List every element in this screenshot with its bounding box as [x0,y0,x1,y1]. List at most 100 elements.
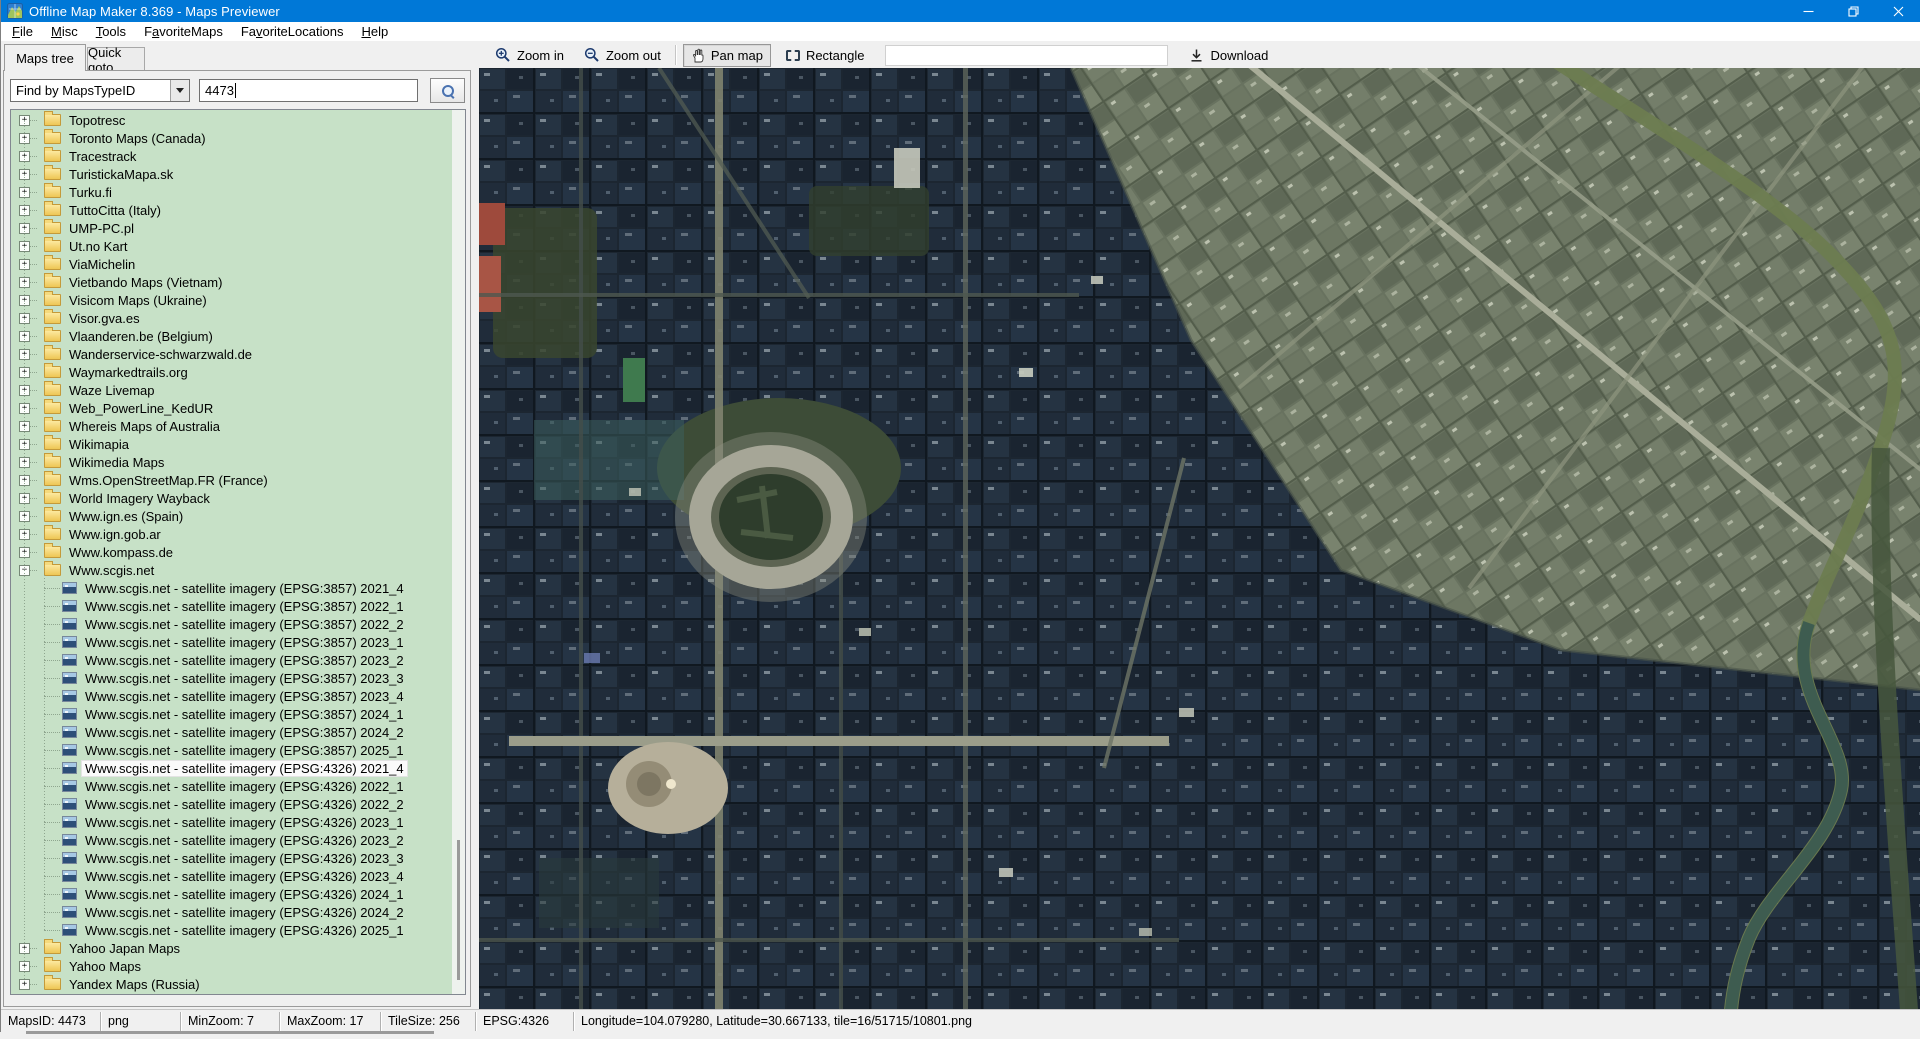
tree-item-folder[interactable]: +Www.ign.gob.ar [11,525,452,543]
tree-item-label: Yahoo Maps [66,959,144,974]
tree-item-folder[interactable]: +Wanderservice-schwarzwald.de [11,345,452,363]
tree-item-folder[interactable]: +World Imagery Wayback [11,489,452,507]
tree-item-folder[interactable]: +Wms.OpenStreetMap.FR (France) [11,471,452,489]
tree-item-map[interactable]: Www.scgis.net - satellite imagery (EPSG:… [11,777,452,795]
tree-item-map[interactable]: Www.scgis.net - satellite imagery (EPSG:… [11,813,452,831]
tree-item-folder[interactable]: +Yahoo Maps [11,957,452,975]
tree-guide-stub [44,660,60,661]
tree-item-folder[interactable]: +Www.kompass.de [11,543,452,561]
folder-icon [44,510,61,522]
tab-maps-tree[interactable]: Maps tree [4,44,86,71]
tree-item-folder[interactable]: +Toronto Maps (Canada) [11,129,452,147]
tree-item-folder[interactable]: −Www.scgis.net [11,561,452,579]
tree-item-map[interactable]: Www.scgis.net - satellite imagery (EPSG:… [11,615,452,633]
pan-map-button[interactable]: Pan map [683,44,771,67]
tree-item-folder[interactable]: +Visor.gva.es [11,309,452,327]
tree-item-map[interactable]: Www.scgis.net - satellite imagery (EPSG:… [11,669,452,687]
menu-item-tools[interactable]: Tools [87,22,135,41]
rectangle-button[interactable]: Rectangle [779,45,872,66]
dropdown-arrow-icon[interactable] [170,80,189,101]
close-button[interactable] [1876,0,1920,22]
window-title: Offline Map Maker 8.369 - Maps Previewer [29,4,280,19]
tree-guide-stub [44,768,60,769]
tree-item-map[interactable]: Www.scgis.net - satellite imagery (EPSG:… [11,849,452,867]
tree-item-map[interactable]: Www.scgis.net - satellite imagery (EPSG:… [11,651,452,669]
tree-guide-stub [30,984,37,985]
tree-guide-stub [30,318,37,319]
title-bar[interactable]: Offline Map Maker 8.369 - Maps Previewer [1,0,1920,22]
tree-item-folder[interactable]: +Vlaanderen.be (Belgium) [11,327,452,345]
menu-bar: FileMiscToolsFavoriteMapsFavoriteLocatio… [1,22,1920,42]
find-mode-dropdown[interactable]: Find by MapsTypeID [10,79,190,102]
tree-item-map[interactable]: Www.scgis.net - satellite imagery (EPSG:… [11,867,452,885]
tree-item-folder[interactable]: +Wikimedia Maps [11,453,452,471]
tree-item-label: Yahoo Japan Maps [66,941,183,956]
tree-item-folder[interactable]: +ViaMichelin [11,255,452,273]
tree-vertical-scrollbar[interactable] [452,110,465,994]
download-icon [1189,48,1204,63]
tree-item-folder[interactable]: +Waymarkedtrails.org [11,363,452,381]
tree-hscroll-thumb[interactable] [26,1031,434,1034]
restore-button[interactable] [1831,0,1876,22]
tree-item-folder[interactable]: +Whereis Maps of Australia [11,417,452,435]
tree-item-folder[interactable]: +UMP-PC.pl [11,219,452,237]
tree-item-folder[interactable]: +Web_PowerLine_KedUR [11,399,452,417]
zoom-out-button[interactable]: Zoom out [577,44,668,66]
tree-item-folder[interactable]: +Tracestrack [11,147,452,165]
folder-icon [44,978,61,990]
tree-item-map[interactable]: Www.scgis.net - satellite imagery (EPSG:… [11,579,452,597]
tree-vscroll-thumb[interactable] [457,840,460,980]
folder-icon [44,312,61,324]
map-layer-icon [62,780,77,792]
tree-horizontal-scrollbar[interactable] [12,1027,464,1039]
tree-item-map[interactable]: Www.scgis.net - satellite imagery (EPSG:… [11,723,452,741]
tree-item-map[interactable]: Www.scgis.net - satellite imagery (EPSG:… [11,885,452,903]
tree-item-folder[interactable]: +TuttoCitta (Italy) [11,201,452,219]
tree-item-map[interactable]: Www.scgis.net - satellite imagery (EPSG:… [11,597,452,615]
tree-item-map[interactable]: Www.scgis.net - satellite imagery (EPSG:… [11,921,452,939]
menu-item-favoritemaps[interactable]: FavoriteMaps [135,22,232,41]
tree-item-folder[interactable]: +TuristickaMapa.sk [11,165,452,183]
tree-item-map[interactable]: Www.scgis.net - satellite imagery (EPSG:… [11,903,452,921]
download-button[interactable]: Download [1182,45,1275,66]
minimize-button[interactable] [1786,0,1831,22]
tree-item-map[interactable]: Www.scgis.net - satellite imagery (EPSG:… [11,687,452,705]
tree-item-label: Ut.no Kart [66,239,131,254]
menu-item-help[interactable]: Help [352,22,397,41]
maps-type-id-input[interactable]: 4473 [199,79,418,102]
satellite-imagery [479,68,1920,1010]
tree-item-map[interactable]: Www.scgis.net - satellite imagery (EPSG:… [11,705,452,723]
tree-item-folder[interactable]: +Ut.no Kart [11,237,452,255]
tree-guide-stub [30,210,37,211]
map-viewport[interactable] [479,68,1920,1010]
tree-item-label: Yandex Maps (Russia) [66,977,203,992]
tree-item-label: Www.scgis.net - satellite imagery (EPSG:… [82,707,407,722]
tree-item-folder[interactable]: +Waze Livemap [11,381,452,399]
tree-guide-stub [44,786,60,787]
tree-guide-stub [30,246,37,247]
tree-item-folder[interactable]: +Topotresc [11,111,452,129]
tree-item-map[interactable]: Www.scgis.net - satellite imagery (EPSG:… [11,633,452,651]
tree-item-folder[interactable]: +Www.ign.es (Spain) [11,507,452,525]
zoom-in-button[interactable]: Zoom in [488,44,571,66]
map-toolbar: Zoom in Zoom out Pan map Rectangle [479,42,1920,68]
tree-item-map[interactable]: Www.scgis.net - satellite imagery (EPSG:… [11,831,452,849]
tree-item-folder[interactable]: +Yandex Maps (Russia) [11,975,452,993]
tree-item-folder[interactable]: +Visicom Maps (Ukraine) [11,291,452,309]
folder-icon [44,960,61,972]
tree-item-map[interactable]: Www.scgis.net - satellite imagery (EPSG:… [11,759,452,777]
tab-quick-goto[interactable]: Quick goto [87,47,145,71]
folder-icon [44,366,61,378]
tree-item-folder[interactable]: +Turku.fi [11,183,452,201]
tree-item-label: Www.scgis.net - satellite imagery (EPSG:… [82,653,407,668]
tree-item-folder[interactable]: +Vietbando Maps (Vietnam) [11,273,452,291]
search-button[interactable] [430,78,465,103]
tree-item-map[interactable]: Www.scgis.net - satellite imagery (EPSG:… [11,795,452,813]
tree-item-folder[interactable]: +Yahoo Japan Maps [11,939,452,957]
tree-item-map[interactable]: Www.scgis.net - satellite imagery (EPSG:… [11,741,452,759]
menu-item-misc[interactable]: Misc [42,22,87,41]
tree-item-folder[interactable]: +Wikimapia [11,435,452,453]
menu-item-favoritelocations[interactable]: FavoriteLocations [232,22,353,41]
toolbar-text-input[interactable] [885,45,1168,66]
menu-item-file[interactable]: File [3,22,42,41]
